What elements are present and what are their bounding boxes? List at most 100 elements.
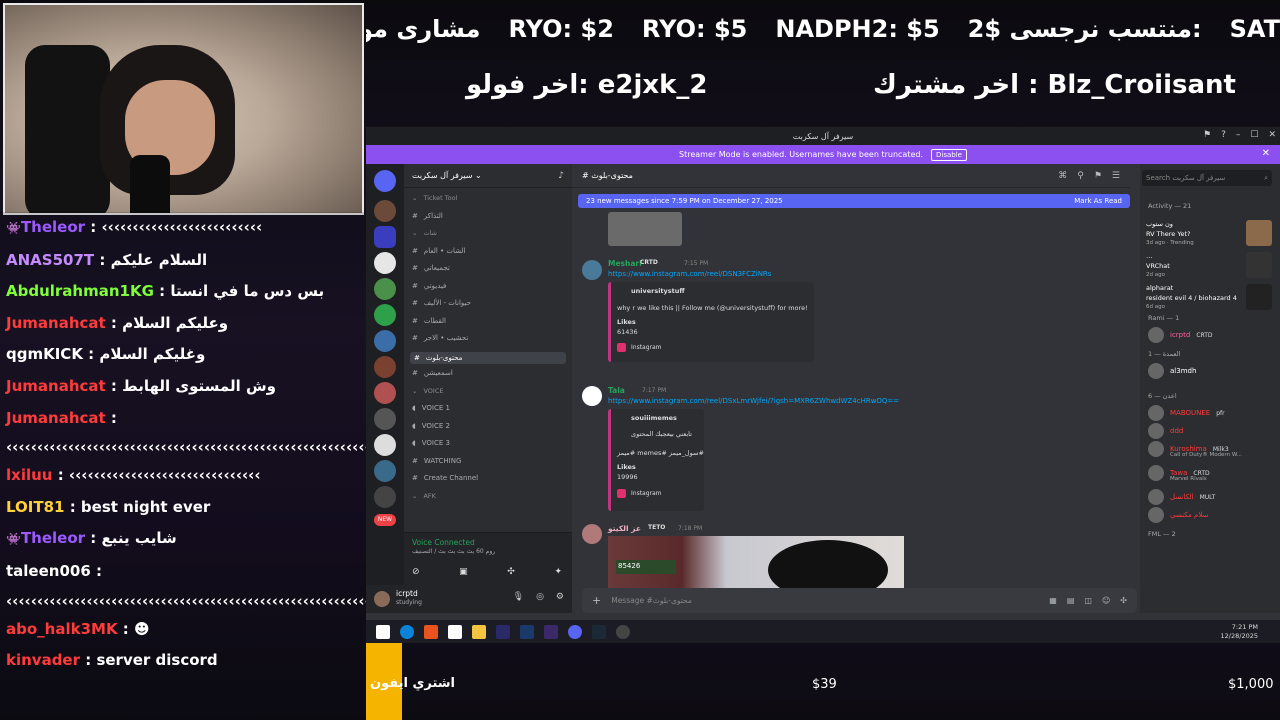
server-icon[interactable] bbox=[374, 200, 396, 222]
bell-icon[interactable]: ♪ bbox=[558, 171, 564, 181]
gif-icon[interactable]: ▤ bbox=[1067, 596, 1075, 605]
emoji-icon[interactable]: ☺ bbox=[1102, 596, 1110, 605]
avatar[interactable] bbox=[374, 591, 390, 607]
member-item[interactable]: MABOUNEE pfr bbox=[1148, 404, 1274, 422]
channel-item[interactable]: # تجميعاتي bbox=[412, 264, 450, 272]
brave-icon[interactable] bbox=[424, 624, 438, 639]
channel-item[interactable]: ◖ VOICE 1 bbox=[412, 404, 450, 412]
close-icon[interactable]: ✕ bbox=[1268, 130, 1276, 140]
server-icon[interactable] bbox=[374, 356, 396, 378]
activity-card[interactable]: alpharat resident evil 4 / biohazard 4 6d … bbox=[1146, 284, 1274, 314]
channel-category[interactable]: ⌄ AFK bbox=[412, 492, 436, 500]
help-icon[interactable]: ? bbox=[1221, 130, 1226, 140]
chat-username[interactable]: Jumanahcat bbox=[6, 314, 106, 332]
sticker-icon[interactable]: ◫ bbox=[1084, 596, 1092, 605]
chat-username[interactable]: LOIT81 bbox=[6, 498, 64, 516]
message-input[interactable]: Message #محتوى-بلوث bbox=[611, 596, 692, 605]
member-item[interactable]: al3mdh bbox=[1148, 362, 1274, 380]
inbox-icon[interactable]: ⚑ bbox=[1203, 130, 1211, 140]
channel-item[interactable]: # محتوى-بلوث bbox=[410, 351, 566, 364]
server-icon[interactable] bbox=[374, 486, 396, 508]
chat-username[interactable]: taleen006 bbox=[6, 562, 91, 580]
mark-as-read-button[interactable]: Mark As Read bbox=[1074, 197, 1122, 205]
members-icon[interactable]: ☰ bbox=[1112, 171, 1120, 181]
server-icon[interactable] bbox=[374, 460, 396, 482]
microphone-icon[interactable]: 🎙 bbox=[513, 592, 524, 602]
channel-item[interactable]: # WATCHING bbox=[412, 457, 461, 465]
discord-icon[interactable] bbox=[568, 624, 582, 639]
server-icon[interactable] bbox=[374, 330, 396, 352]
chat-username[interactable]: Jumanahcat bbox=[6, 409, 106, 427]
settings-icon[interactable]: ⚙ bbox=[556, 592, 564, 602]
maximize-icon[interactable]: ☐ bbox=[1250, 130, 1258, 140]
avatar[interactable] bbox=[582, 260, 602, 280]
pin-icon[interactable]: ⚑ bbox=[1094, 171, 1102, 181]
chat-username[interactable]: abo_halk3MK bbox=[6, 620, 118, 638]
member-item[interactable]: icrptd CRTD bbox=[1148, 326, 1274, 344]
server-icon[interactable] bbox=[374, 226, 396, 248]
chat-username[interactable]: lxiluu bbox=[6, 466, 52, 484]
system-clock[interactable]: 7:21 PM 12/28/2025 bbox=[1221, 623, 1258, 641]
message-link[interactable]: https://www.instagram.com/reel/DSxLmrWjf… bbox=[608, 397, 899, 405]
server-icon[interactable] bbox=[374, 382, 396, 404]
activities-icon[interactable]: ✣ bbox=[507, 567, 515, 577]
link-embed[interactable]: universitystuff why r we like this || Fo… bbox=[608, 282, 814, 362]
discord-home-icon[interactable] bbox=[374, 170, 396, 192]
avatar[interactable] bbox=[582, 524, 602, 544]
folder-icon[interactable] bbox=[472, 624, 486, 639]
link-embed[interactable]: souiiimemes تابعني بيعجبك المحتوى ميمز# … bbox=[608, 409, 704, 511]
channel-item[interactable]: # فيديوتي bbox=[412, 282, 446, 290]
chat-username[interactable]: kinvader bbox=[6, 651, 80, 669]
close-banner-icon[interactable]: ✕ bbox=[1262, 148, 1270, 159]
message-link[interactable]: https://www.instagram.com/reel/DSN3FCZiN… bbox=[608, 270, 771, 278]
chat-username[interactable]: Abdulrahman1KG bbox=[6, 282, 154, 300]
chat-username[interactable]: ANAS507T bbox=[6, 251, 94, 269]
apps-icon[interactable]: ✣ bbox=[1120, 596, 1127, 605]
activity-card[interactable]: … VRChat 2d ago bbox=[1146, 252, 1274, 282]
disable-button[interactable]: Disable bbox=[931, 148, 967, 161]
gift-icon[interactable]: ▦ bbox=[1049, 596, 1057, 605]
channel-item[interactable]: ◖ VOICE 3 bbox=[412, 439, 450, 447]
channel-item[interactable]: # اسمعيشن bbox=[412, 369, 453, 377]
premiere-icon[interactable] bbox=[496, 624, 510, 639]
member-item[interactable]: Tawa CRTD bbox=[1148, 464, 1274, 482]
add-attachment-icon[interactable]: + bbox=[592, 594, 601, 607]
camera-off-icon[interactable]: ⊘ bbox=[412, 567, 420, 577]
chat-username[interactable]: qgmKICK bbox=[6, 345, 83, 363]
chat-username[interactable]: Theleor bbox=[21, 218, 85, 236]
channel-category[interactable]: ⌄ Ticket Tool bbox=[412, 194, 457, 202]
start-icon[interactable] bbox=[376, 624, 390, 639]
server-icon[interactable] bbox=[374, 278, 396, 300]
channel-item[interactable]: # القطات bbox=[412, 317, 446, 325]
chat-username[interactable]: Jumanahcat bbox=[6, 377, 106, 395]
notification-icon[interactable]: ⚲ bbox=[1077, 171, 1084, 181]
edge-icon[interactable] bbox=[400, 624, 414, 639]
chat-username[interactable]: Theleor bbox=[21, 529, 85, 547]
steam-icon[interactable] bbox=[592, 624, 606, 639]
soundboard-icon[interactable]: ✦ bbox=[554, 567, 562, 577]
obs-icon[interactable] bbox=[616, 624, 630, 639]
member-item[interactable]: سلام مكنسي bbox=[1148, 506, 1274, 524]
channel-item[interactable]: # الشات • العام bbox=[412, 247, 465, 255]
server-header[interactable]: سيرفر آل سكربت ⌄ ♪ bbox=[404, 164, 572, 188]
message-author[interactable]: عز الكيتو bbox=[608, 524, 641, 533]
message-author[interactable]: Tala bbox=[608, 386, 625, 395]
new-messages-bar[interactable]: 23 new messages since 7:59 PM on Decembe… bbox=[578, 194, 1130, 208]
activity-card[interactable]: ون ستوب RV There Yet? 3d ago · Trending bbox=[1146, 220, 1274, 250]
screen-share-icon[interactable]: ▣ bbox=[459, 567, 468, 577]
channel-category[interactable]: ⌄ شات bbox=[412, 229, 437, 237]
channel-item[interactable]: ◖ VOICE 2 bbox=[412, 422, 450, 430]
threads-icon[interactable]: ⌘ bbox=[1058, 171, 1067, 181]
member-item[interactable]: ddd bbox=[1148, 422, 1274, 440]
message-composer[interactable]: + Message #محتوى-بلوث ▦ ▤ ◫ ☺ ✣ bbox=[582, 588, 1137, 613]
channel-category[interactable]: ⌄ VOICE bbox=[412, 387, 443, 395]
channel-item[interactable]: # حيوانات - الأليف bbox=[412, 299, 471, 307]
server-icon[interactable] bbox=[374, 408, 396, 430]
server-icon[interactable] bbox=[374, 304, 396, 326]
server-icon[interactable] bbox=[374, 252, 396, 274]
server-icon[interactable] bbox=[374, 434, 396, 456]
minimize-icon[interactable]: – bbox=[1236, 130, 1241, 140]
store-icon[interactable] bbox=[448, 624, 462, 639]
photoshop-icon[interactable] bbox=[520, 624, 534, 639]
headphones-icon[interactable]: ◎ bbox=[536, 592, 544, 602]
